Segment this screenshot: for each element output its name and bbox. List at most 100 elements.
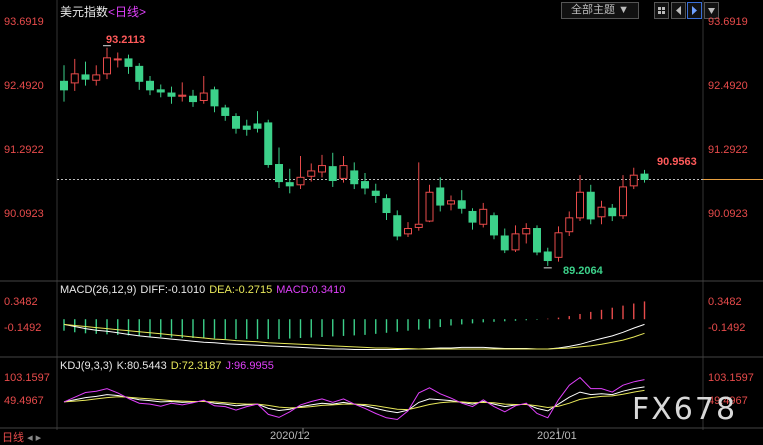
candle-body: [307, 170, 316, 177]
macd-axis-left-1: 0.3482: [4, 296, 38, 308]
grid-icon: [658, 7, 665, 14]
candle-body: [565, 217, 574, 233]
candle-body: [232, 116, 240, 129]
chevron-down-icon: ▼: [618, 4, 629, 16]
candle-body: [199, 92, 208, 102]
arrow-left-icon: [676, 6, 681, 15]
theme-select[interactable]: 全部主题 ▼: [561, 2, 639, 19]
candle-body: [350, 170, 359, 185]
candle-body: [70, 73, 79, 84]
candle-body: [404, 228, 412, 235]
macd-axis-right-2: -0.1492: [708, 322, 746, 334]
candle-body: [242, 125, 251, 130]
price-axis-right-1: 93.6919: [708, 16, 748, 28]
candle-body: [210, 89, 219, 107]
candle-body: [576, 191, 584, 219]
candle-body: [447, 200, 455, 205]
high-annotation: 93.2113: [106, 34, 146, 46]
chart-title: 美元指数<日线>: [60, 3, 146, 20]
candle-body: [221, 107, 230, 116]
price-axis-right-3: 91.2922: [708, 144, 748, 156]
theme-select-label: 全部主题: [571, 4, 616, 16]
candle-body: [124, 58, 133, 67]
kdj-axis-left-2: 49.4967: [4, 395, 44, 407]
candle-body: [156, 89, 165, 93]
macd-dea: DEA:-0.2715: [209, 284, 273, 296]
grid-view-button[interactable]: [654, 2, 669, 19]
chart-canvas: [0, 0, 763, 434]
candle-body: [285, 182, 294, 187]
candle-body: [113, 58, 122, 61]
candle-body: [275, 164, 283, 183]
kdj-k: K:80.5443: [116, 360, 167, 372]
candle-body: [511, 233, 520, 251]
symbol-name: 美元指数: [60, 5, 109, 19]
candle-body: [543, 251, 552, 262]
candle-body: [468, 210, 477, 223]
candle-body: [500, 235, 509, 251]
candle-body: [533, 228, 541, 253]
candle-body: [619, 186, 627, 217]
kdj-j: J:96.9955: [225, 360, 274, 372]
kdj-d: D:72.3187: [170, 360, 222, 372]
candle-body: [629, 174, 638, 187]
price-axis-left-4: 90.0923: [4, 208, 44, 220]
candle-body: [178, 94, 187, 97]
candle-body: [436, 187, 445, 206]
candle-body: [414, 223, 423, 228]
candle-body: [457, 200, 466, 209]
candle-body: [361, 181, 369, 189]
period-tab-label: 日线: [2, 432, 24, 444]
candle-body: [103, 57, 111, 75]
candle-body: [479, 208, 488, 225]
macd-name: MACD(26,12,9): [60, 284, 137, 296]
candle-body: [608, 207, 617, 217]
candle-body: [640, 173, 649, 180]
candle-body: [167, 92, 176, 97]
candle-body: [339, 165, 348, 179]
candle-body: [81, 74, 90, 80]
candle-body: [135, 65, 144, 82]
candle-body: [382, 198, 391, 214]
macd-value: MACD:0.3410: [276, 284, 346, 296]
period-tab[interactable]: 日线 ◂ ▸: [2, 429, 41, 444]
price-axis-left-1: 93.6919: [4, 16, 44, 28]
date-label-dec: 2020/12: [270, 430, 310, 442]
kdj-axis-right-1: 103.1597: [708, 372, 754, 384]
candle-body: [490, 215, 498, 236]
price-axis-left-3: 91.2922: [4, 144, 44, 156]
candle-body: [371, 190, 380, 196]
last-price-annotation: 90.9563: [657, 156, 697, 168]
kdj-k-line: [63, 386, 645, 414]
candle-body: [318, 165, 326, 173]
tab-scroll-arrows: ◂ ▸: [27, 432, 42, 444]
candle-body: [522, 228, 531, 235]
candle-body: [597, 206, 606, 218]
prev-button[interactable]: [671, 2, 686, 19]
candle-body: [92, 74, 101, 81]
candle-body: [189, 95, 197, 103]
arrow-right-icon: [692, 6, 697, 15]
candle-body: [554, 232, 563, 258]
candle-body: [393, 215, 402, 237]
price-axis-left-2: 92.4920: [4, 80, 44, 92]
candle-body: [296, 176, 305, 186]
candle-body: [60, 80, 68, 91]
next-button[interactable]: [687, 2, 702, 19]
candle-body: [264, 122, 273, 166]
macd-diff: DIFF:-0.1010: [140, 284, 206, 296]
chart-window: 美元指数<日线> 全部主题 ▼ 93.6919 92.4920 91.2922 …: [0, 0, 763, 444]
kdj-name: KDJ(9,3,3): [60, 360, 113, 372]
kdj-axis-left-1: 103.1597: [4, 372, 50, 384]
low-annotation: 89.2064: [563, 265, 603, 277]
candle-body: [586, 191, 595, 220]
candle-body: [253, 123, 262, 129]
date-label-jan: 2021/01: [537, 430, 577, 442]
kdj-d-line: [63, 389, 645, 411]
price-axis-right-2: 92.4920: [708, 80, 748, 92]
price-axis-right-4: 90.0923: [708, 208, 748, 220]
macd-axis-left-2: -0.1492: [4, 322, 42, 334]
candle-body: [328, 166, 337, 182]
candle-body: [425, 191, 434, 222]
watermark-logo: FX678: [632, 392, 738, 427]
